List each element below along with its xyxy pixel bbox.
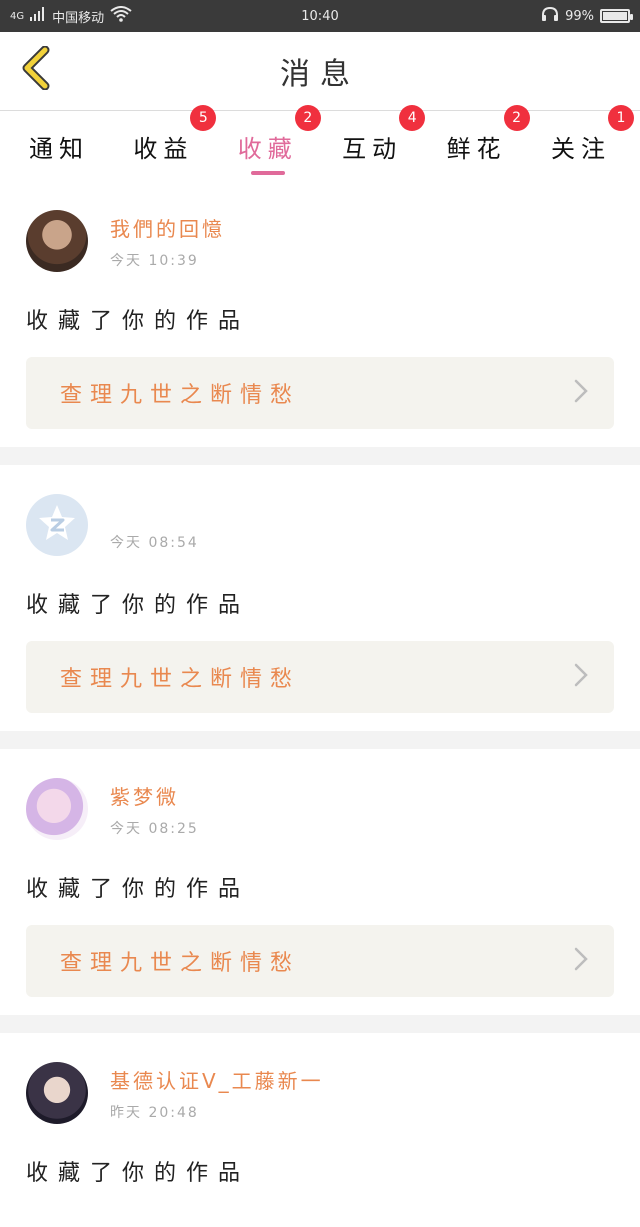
message-header: 我們的回憶 今天 10:39 xyxy=(26,201,614,281)
tab-label: 关注 xyxy=(550,135,611,163)
tab-bar: 通知 收益 5 收藏 2 互动 4 鲜花 2 关注 1 xyxy=(0,105,640,181)
user-name[interactable]: 基德认证V_工藤新一 xyxy=(110,1065,324,1094)
work-link[interactable]: 查理九世之断情愁 xyxy=(26,357,614,429)
status-right: 99% xyxy=(541,6,633,26)
chevron-right-icon xyxy=(574,661,588,694)
action-text: 收藏了你的作品 xyxy=(26,593,251,618)
default-avatar-icon xyxy=(35,501,79,549)
action-text: 收藏了你的作品 xyxy=(26,309,251,334)
signal-icon xyxy=(30,7,46,25)
message-header: 今天 08:54 xyxy=(26,485,614,565)
status-bar: 4G 中国移动 10:40 99% xyxy=(0,0,640,32)
count-badge: 5 xyxy=(190,105,217,131)
count-badge: 2 xyxy=(503,105,530,131)
work-link[interactable]: 查理九世之断情愁 xyxy=(26,641,614,713)
work-title: 查理九世之断情愁 xyxy=(60,951,301,976)
work-title: 查理九世之断情愁 xyxy=(60,383,301,408)
avatar[interactable] xyxy=(26,1062,88,1124)
message-list: 我們的回憶 今天 10:39 收藏了你的作品 查理九世之断情愁 今天 08:54… xyxy=(0,181,640,1227)
battery-percent: 99% xyxy=(565,8,594,24)
active-tab-indicator xyxy=(250,171,285,175)
tab-label: 互动 xyxy=(342,135,403,163)
message-card: 我們的回憶 今天 10:39 收藏了你的作品 查理九世之断情愁 xyxy=(0,181,640,447)
chevron-right-icon xyxy=(574,945,588,978)
count-badge: 2 xyxy=(294,105,321,131)
page-title: 消息 xyxy=(280,57,360,92)
user-name[interactable] xyxy=(110,498,199,524)
count-badge: 1 xyxy=(607,105,634,131)
message-header: 紫梦微 今天 08:25 xyxy=(26,769,614,849)
back-button[interactable] xyxy=(16,45,56,91)
header: 消息 xyxy=(0,32,640,111)
message-card: 紫梦微 今天 08:25 收藏了你的作品 查理九世之断情愁 xyxy=(0,749,640,1015)
tab-label: 鲜花 xyxy=(446,135,507,163)
carrier-name: 中国移动 xyxy=(52,10,105,26)
count-badge: 4 xyxy=(399,105,426,131)
battery-level xyxy=(603,12,627,20)
headset-icon xyxy=(541,6,559,26)
message-card: 基德认证V_工藤新一 昨天 20:48 收藏了你的作品 xyxy=(0,1033,640,1227)
avatar[interactable] xyxy=(26,494,88,556)
tab-flowers[interactable]: 鲜花 2 xyxy=(432,105,530,181)
tab-notifications[interactable]: 通知 xyxy=(14,111,104,181)
tab-following[interactable]: 关注 1 xyxy=(536,105,634,181)
avatar[interactable] xyxy=(26,778,88,840)
status-left: 4G 中国移动 xyxy=(10,6,132,26)
message-header: 基德认证V_工藤新一 昨天 20:48 xyxy=(26,1053,614,1133)
message-meta: 我們的回憶 今天 10:39 xyxy=(110,213,225,270)
battery-icon xyxy=(600,9,633,23)
tab-interactions[interactable]: 互动 4 xyxy=(327,105,426,181)
user-name[interactable]: 紫梦微 xyxy=(110,781,199,810)
wifi-icon xyxy=(110,6,132,26)
message-meta: 紫梦微 今天 08:25 xyxy=(110,781,199,838)
timestamp: 今天 10:39 xyxy=(110,252,199,269)
action-text: 收藏了你的作品 xyxy=(26,1161,251,1186)
user-name[interactable]: 我們的回憶 xyxy=(110,213,225,242)
chevron-right-icon xyxy=(574,377,588,410)
work-link[interactable]: 查理九世之断情愁 xyxy=(26,925,614,997)
network-type: 4G xyxy=(10,10,25,22)
timestamp: 昨天 20:48 xyxy=(110,1104,199,1121)
message-meta: 今天 08:54 xyxy=(110,498,199,552)
timestamp: 今天 08:25 xyxy=(110,820,199,837)
message-card: 今天 08:54 收藏了你的作品 查理九世之断情愁 xyxy=(0,465,640,731)
tab-earnings[interactable]: 收益 5 xyxy=(118,105,217,181)
action-text: 收藏了你的作品 xyxy=(26,877,251,902)
timestamp: 今天 08:54 xyxy=(110,535,199,551)
tab-label: 收藏 xyxy=(237,135,298,163)
work-title: 查理九世之断情愁 xyxy=(60,667,301,692)
message-meta: 基德认证V_工藤新一 昨天 20:48 xyxy=(110,1065,324,1122)
tab-label: 收益 xyxy=(133,135,194,163)
chevron-left-icon xyxy=(19,45,53,94)
tab-label: 通知 xyxy=(29,135,89,163)
avatar[interactable] xyxy=(26,210,88,272)
tab-favorites[interactable]: 收藏 2 xyxy=(223,105,321,181)
